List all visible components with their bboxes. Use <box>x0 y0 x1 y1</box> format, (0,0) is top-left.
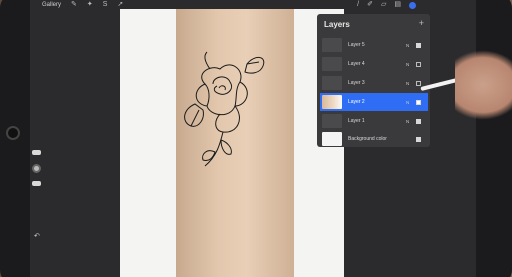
layer-thumbnail <box>322 57 342 71</box>
layer-name: Layer 5 <box>348 42 365 48</box>
gallery-button[interactable]: Gallery <box>42 2 61 8</box>
left-sidebar <box>32 150 44 195</box>
blend-mode[interactable]: N <box>406 100 416 105</box>
blend-mode[interactable]: N <box>406 62 416 67</box>
opacity-slider[interactable] <box>32 181 41 186</box>
layer-row-background[interactable]: Background color <box>320 130 428 148</box>
layer-thumbnail <box>322 132 342 146</box>
layer-name: Layer 1 <box>348 118 365 124</box>
wrench-icon[interactable]: ✎ <box>71 0 77 10</box>
right-tools: / ✐ ▱ ▤ <box>357 0 416 10</box>
hand <box>455 50 512 120</box>
layer-name: Layer 3 <box>348 80 365 86</box>
layer-name: Layer 4 <box>348 61 365 67</box>
layer-thumbnail <box>322 76 342 90</box>
layer-row-active[interactable]: Layer 2 N <box>320 93 428 111</box>
adjustments-icon[interactable]: ✦ <box>87 0 93 10</box>
visibility-checkbox[interactable] <box>416 136 421 142</box>
smudge-icon[interactable]: ✐ <box>367 0 373 10</box>
visibility-checkbox[interactable] <box>416 118 421 124</box>
layer-name: Layer 2 <box>348 99 365 105</box>
selection-icon[interactable]: S <box>103 0 108 10</box>
visibility-checkbox[interactable] <box>416 42 421 48</box>
layer-thumbnail <box>322 114 342 128</box>
layers-panel: Layers + Layer 5 N Layer 4 N Layer 3 N L… <box>317 14 430 147</box>
eraser-icon[interactable]: ▱ <box>381 0 386 10</box>
visibility-checkbox[interactable] <box>416 61 421 67</box>
layer-row[interactable]: Layer 5 N <box>320 36 428 54</box>
brush-size-slider[interactable] <box>32 150 41 155</box>
panel-title: Layers <box>324 20 350 29</box>
rose-drawing <box>184 51 265 167</box>
home-button[interactable] <box>6 126 20 140</box>
visibility-checkbox[interactable] <box>416 99 421 105</box>
visibility-checkbox[interactable] <box>416 80 421 86</box>
layer-row[interactable]: Layer 1 N <box>320 112 428 130</box>
undo-icon[interactable]: ↶ <box>34 232 40 240</box>
drawing-canvas[interactable] <box>120 9 344 277</box>
layers-icon[interactable]: ▤ <box>394 0 401 10</box>
procreate-screen: Gallery ✎ ✦ S ➚ / ✐ ▱ ▤ ↶ Layers + Layer… <box>30 0 476 277</box>
blend-mode[interactable]: N <box>406 43 416 48</box>
plus-icon[interactable]: + <box>419 18 424 28</box>
layer-row[interactable]: Layer 4 N <box>320 55 428 73</box>
layer-thumbnail <box>322 38 342 52</box>
brush-icon[interactable]: / <box>357 0 359 10</box>
blend-mode[interactable]: N <box>406 119 416 124</box>
layer-row[interactable]: Layer 3 N <box>320 74 428 92</box>
layer-thumbnail <box>322 95 342 109</box>
modify-button[interactable] <box>32 164 41 173</box>
layer-name: Background color <box>348 136 387 142</box>
color-picker[interactable] <box>409 2 416 9</box>
blend-mode[interactable]: N <box>406 81 416 86</box>
